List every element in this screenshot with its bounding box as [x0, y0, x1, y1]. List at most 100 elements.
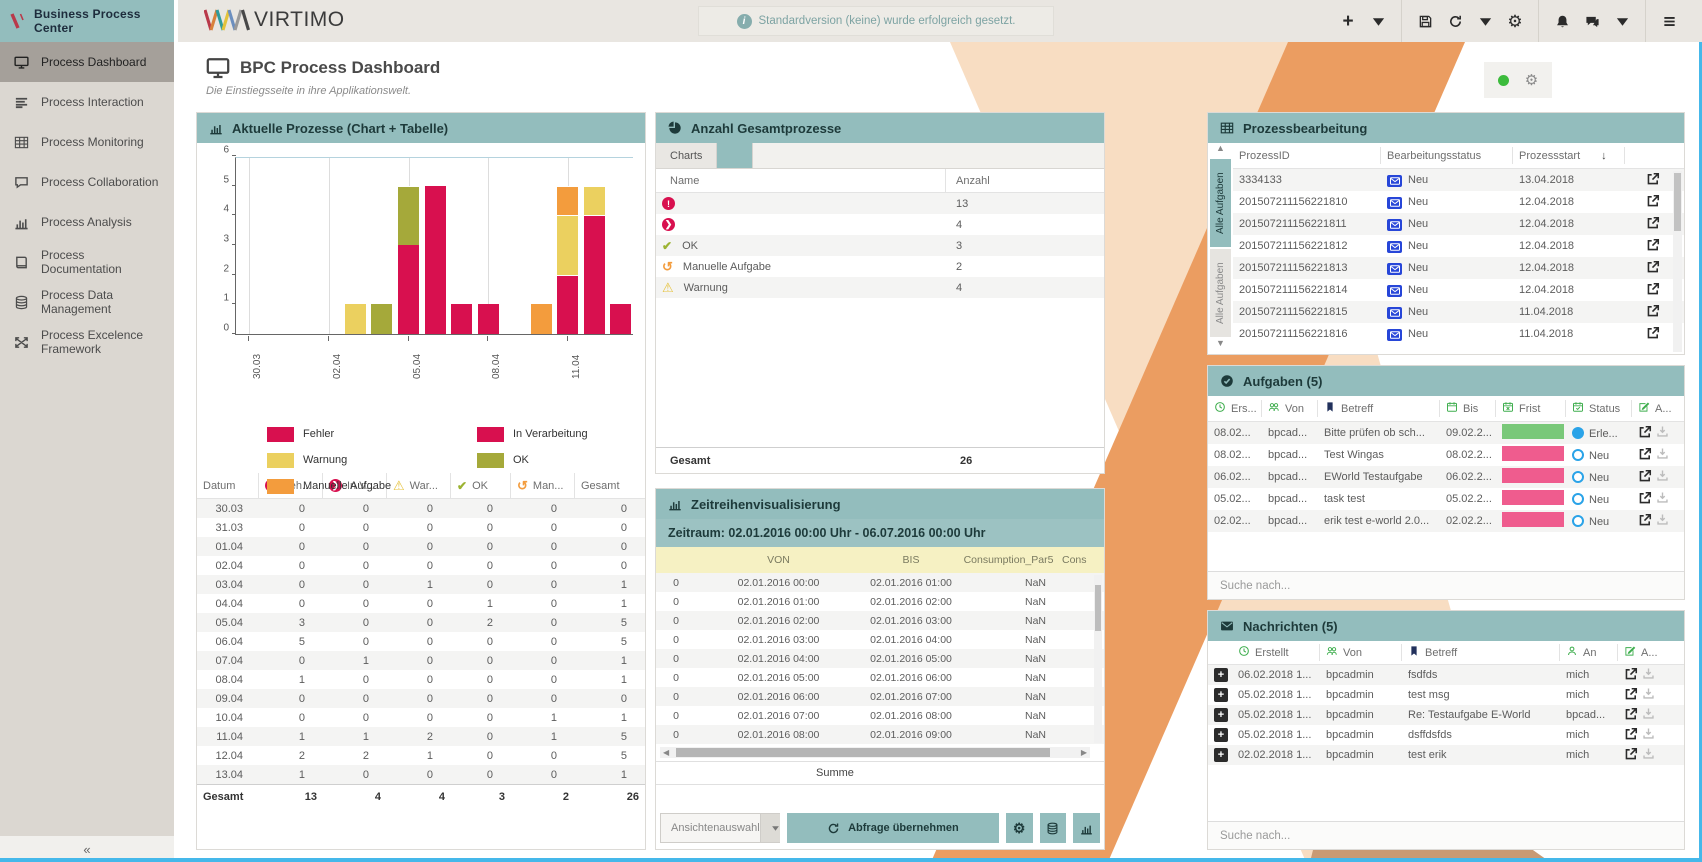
table-row[interactable]: 03.04 0 0 1 0 0 1 — [197, 575, 645, 594]
column-header-prozessid[interactable]: ProzessID — [1233, 146, 1381, 165]
column-header[interactable]: Von — [1262, 399, 1318, 418]
column-header[interactable]: BIS — [861, 547, 961, 573]
scrollbar-thumb[interactable] — [676, 748, 1050, 757]
open-task-button[interactable] — [1638, 425, 1652, 442]
process-row[interactable]: 201507211156221813 Neu 12.04.2018 — [1233, 257, 1684, 279]
process-row[interactable]: 3334133 Neu 13.04.2018 — [1233, 169, 1684, 191]
scrollbar-thumb[interactable] — [1674, 173, 1681, 231]
open-process-button[interactable] — [1646, 172, 1660, 189]
bell-icon[interactable] — [1550, 8, 1574, 34]
open-task-button[interactable] — [1638, 513, 1652, 530]
column-header[interactable]: VON — [696, 547, 861, 573]
table-row[interactable]: 0 02.01.2016 07:00 02.01.2016 08:00 NaN — [656, 706, 1104, 725]
column-header[interactable]: Bis — [1440, 399, 1496, 418]
view-select[interactable]: Ansichtenauswahl — [660, 813, 780, 843]
table-row[interactable]: 08.04 1 0 0 0 0 1 — [197, 670, 645, 689]
column-header[interactable]: Betreff — [1318, 399, 1440, 418]
column-header-status[interactable]: Bearbeitungsstatus — [1381, 146, 1513, 165]
table-row[interactable]: 0 02.01.2016 05:00 02.01.2016 06:00 NaN — [656, 668, 1104, 687]
expand-plus-icon[interactable]: + — [1214, 688, 1228, 702]
process-row[interactable]: 201507211156221812 Neu 12.04.2018 — [1233, 235, 1684, 257]
expand-plus-icon[interactable]: + — [1214, 708, 1228, 722]
table-row[interactable]: 31.03 0 0 0 0 0 0 — [197, 518, 645, 537]
table-row[interactable]: 05.04 3 0 0 2 0 5 — [197, 613, 645, 632]
plus-icon[interactable]: + — [1336, 8, 1360, 34]
open-message-button[interactable] — [1624, 687, 1638, 704]
process-row[interactable]: 201507211156221814 Neu 12.04.2018 — [1233, 279, 1684, 301]
table-row[interactable]: ✔ OK 3 — [656, 235, 1104, 256]
table-row[interactable]: 06.04 5 0 0 0 0 5 — [197, 632, 645, 651]
scroll-right-icon[interactable]: ▶ — [1081, 747, 1087, 758]
message-row[interactable]: + 05.02.2018 1... bpcadmin test msg mich — [1208, 685, 1684, 705]
table-row[interactable]: 09.04 0 0 0 0 0 0 — [197, 689, 645, 708]
sidebar-item-process-excelence-framework[interactable]: Process Excelence Framework — [0, 322, 174, 362]
table-row[interactable]: 07.04 0 1 0 0 0 1 — [197, 651, 645, 670]
message-row[interactable]: + 05.02.2018 1... bpcadmin Re: Testaufgabe… — [1208, 705, 1684, 725]
open-process-button[interactable] — [1646, 194, 1660, 211]
download-button[interactable] — [1656, 491, 1669, 507]
sidebar-item-process-collaboration[interactable]: Process Collaboration — [0, 162, 174, 202]
side-tab-alle-aufgaben[interactable]: Alle Aufgaben — [1210, 159, 1231, 247]
table-row[interactable]: 0 02.01.2016 06:00 02.01.2016 07:00 NaN — [656, 687, 1104, 706]
message-row[interactable]: + 02.02.2018 1... bpcadmin test erik mich — [1208, 745, 1684, 765]
open-message-button[interactable] — [1624, 667, 1638, 684]
table-row[interactable]: 02.04 0 0 0 0 0 0 — [197, 556, 645, 575]
column-header[interactable]: Consumption_Par5 — [961, 547, 1056, 573]
table-row[interactable]: 10.04 0 0 0 0 1 1 — [197, 708, 645, 727]
refresh-icon[interactable] — [1443, 8, 1467, 34]
column-header[interactable]: Status — [1566, 399, 1632, 418]
open-task-button[interactable] — [1638, 491, 1652, 508]
scroll-left-icon[interactable]: ◀ — [663, 747, 669, 758]
table-row[interactable]: ❯ 4 — [656, 214, 1104, 235]
column-header[interactable]: Cons — [1056, 547, 1104, 573]
column-header[interactable]: A... — [1632, 400, 1684, 418]
expand-plus-icon[interactable]: + — [1214, 748, 1228, 762]
open-task-button[interactable] — [1638, 447, 1652, 464]
sidebar-item-process-interaction[interactable]: Process Interaction — [0, 82, 174, 122]
apply-query-button[interactable]: Abfrage übernehmen — [787, 813, 999, 843]
table-row[interactable]: 13.04 1 0 0 0 0 1 — [197, 765, 645, 784]
table-row[interactable]: 11.04 1 1 2 0 1 5 — [197, 727, 645, 746]
column-header[interactable]: A... — [1618, 644, 1684, 660]
table-row[interactable]: 01.04 0 0 0 0 0 0 — [197, 537, 645, 556]
save-icon[interactable] — [1413, 8, 1437, 34]
tab-charts[interactable]: Charts — [656, 143, 718, 168]
open-task-button[interactable] — [1638, 469, 1652, 486]
open-process-button[interactable] — [1646, 260, 1660, 277]
expand-plus-icon[interactable]: + — [1214, 668, 1228, 682]
data-button[interactable] — [1039, 813, 1067, 843]
download-button[interactable] — [1656, 447, 1669, 463]
chart-button[interactable] — [1073, 813, 1100, 843]
download-button[interactable] — [1656, 469, 1669, 485]
column-header[interactable]: Betreff — [1402, 644, 1560, 661]
column-header[interactable]: Datum — [197, 473, 259, 498]
download-button[interactable] — [1642, 687, 1655, 703]
sidebar-item-process-analysis[interactable]: Process Analysis — [0, 202, 174, 242]
chevron-down-icon[interactable]: ▼ — [1216, 338, 1225, 353]
sidebar-item-process-data-management[interactable]: Process Data Management — [0, 282, 174, 322]
caret-down-icon[interactable] — [1610, 8, 1634, 34]
vertical-scrollbar[interactable] — [1094, 575, 1102, 743]
download-button[interactable] — [1656, 513, 1669, 529]
table-row[interactable]: ! 13 — [656, 193, 1104, 214]
column-header[interactable]: Anzahl — [946, 169, 1104, 192]
caret-down-icon[interactable] — [1366, 8, 1390, 34]
column-header[interactable] — [656, 547, 696, 573]
table-row[interactable]: 0 02.01.2016 02:00 02.01.2016 03:00 NaN — [656, 611, 1104, 630]
task-row[interactable]: 08.02... bpcad... Bitte prüfen ob sch... 09… — [1208, 422, 1684, 444]
task-row[interactable]: 08.02... bpcad... Test Wingas 08.02.2... Ne… — [1208, 444, 1684, 466]
download-button[interactable] — [1656, 425, 1669, 441]
download-button[interactable] — [1642, 667, 1655, 683]
table-row[interactable]: 0 02.01.2016 04:00 02.01.2016 05:00 NaN — [656, 649, 1104, 668]
process-row[interactable]: 201507211156221810 Neu 12.04.2018 — [1233, 191, 1684, 213]
process-row[interactable]: 201507211156221815 Neu 11.04.2018 — [1233, 301, 1684, 323]
settings-button[interactable]: ⚙ — [1005, 813, 1033, 843]
table-row[interactable]: 30.03 0 0 0 0 0 0 — [197, 499, 645, 518]
download-button[interactable] — [1642, 747, 1655, 763]
task-row[interactable]: 05.02... bpcad... task test 05.02.2... Neu — [1208, 488, 1684, 510]
horizontal-scrollbar[interactable]: ◀ ▶ — [660, 747, 1090, 758]
column-header[interactable]: Von — [1320, 644, 1402, 661]
tab-active[interactable] — [717, 143, 754, 168]
open-process-button[interactable] — [1646, 282, 1660, 299]
message-row[interactable]: + 05.02.2018 1... bpcadmin dsffdsfds mich — [1208, 725, 1684, 745]
